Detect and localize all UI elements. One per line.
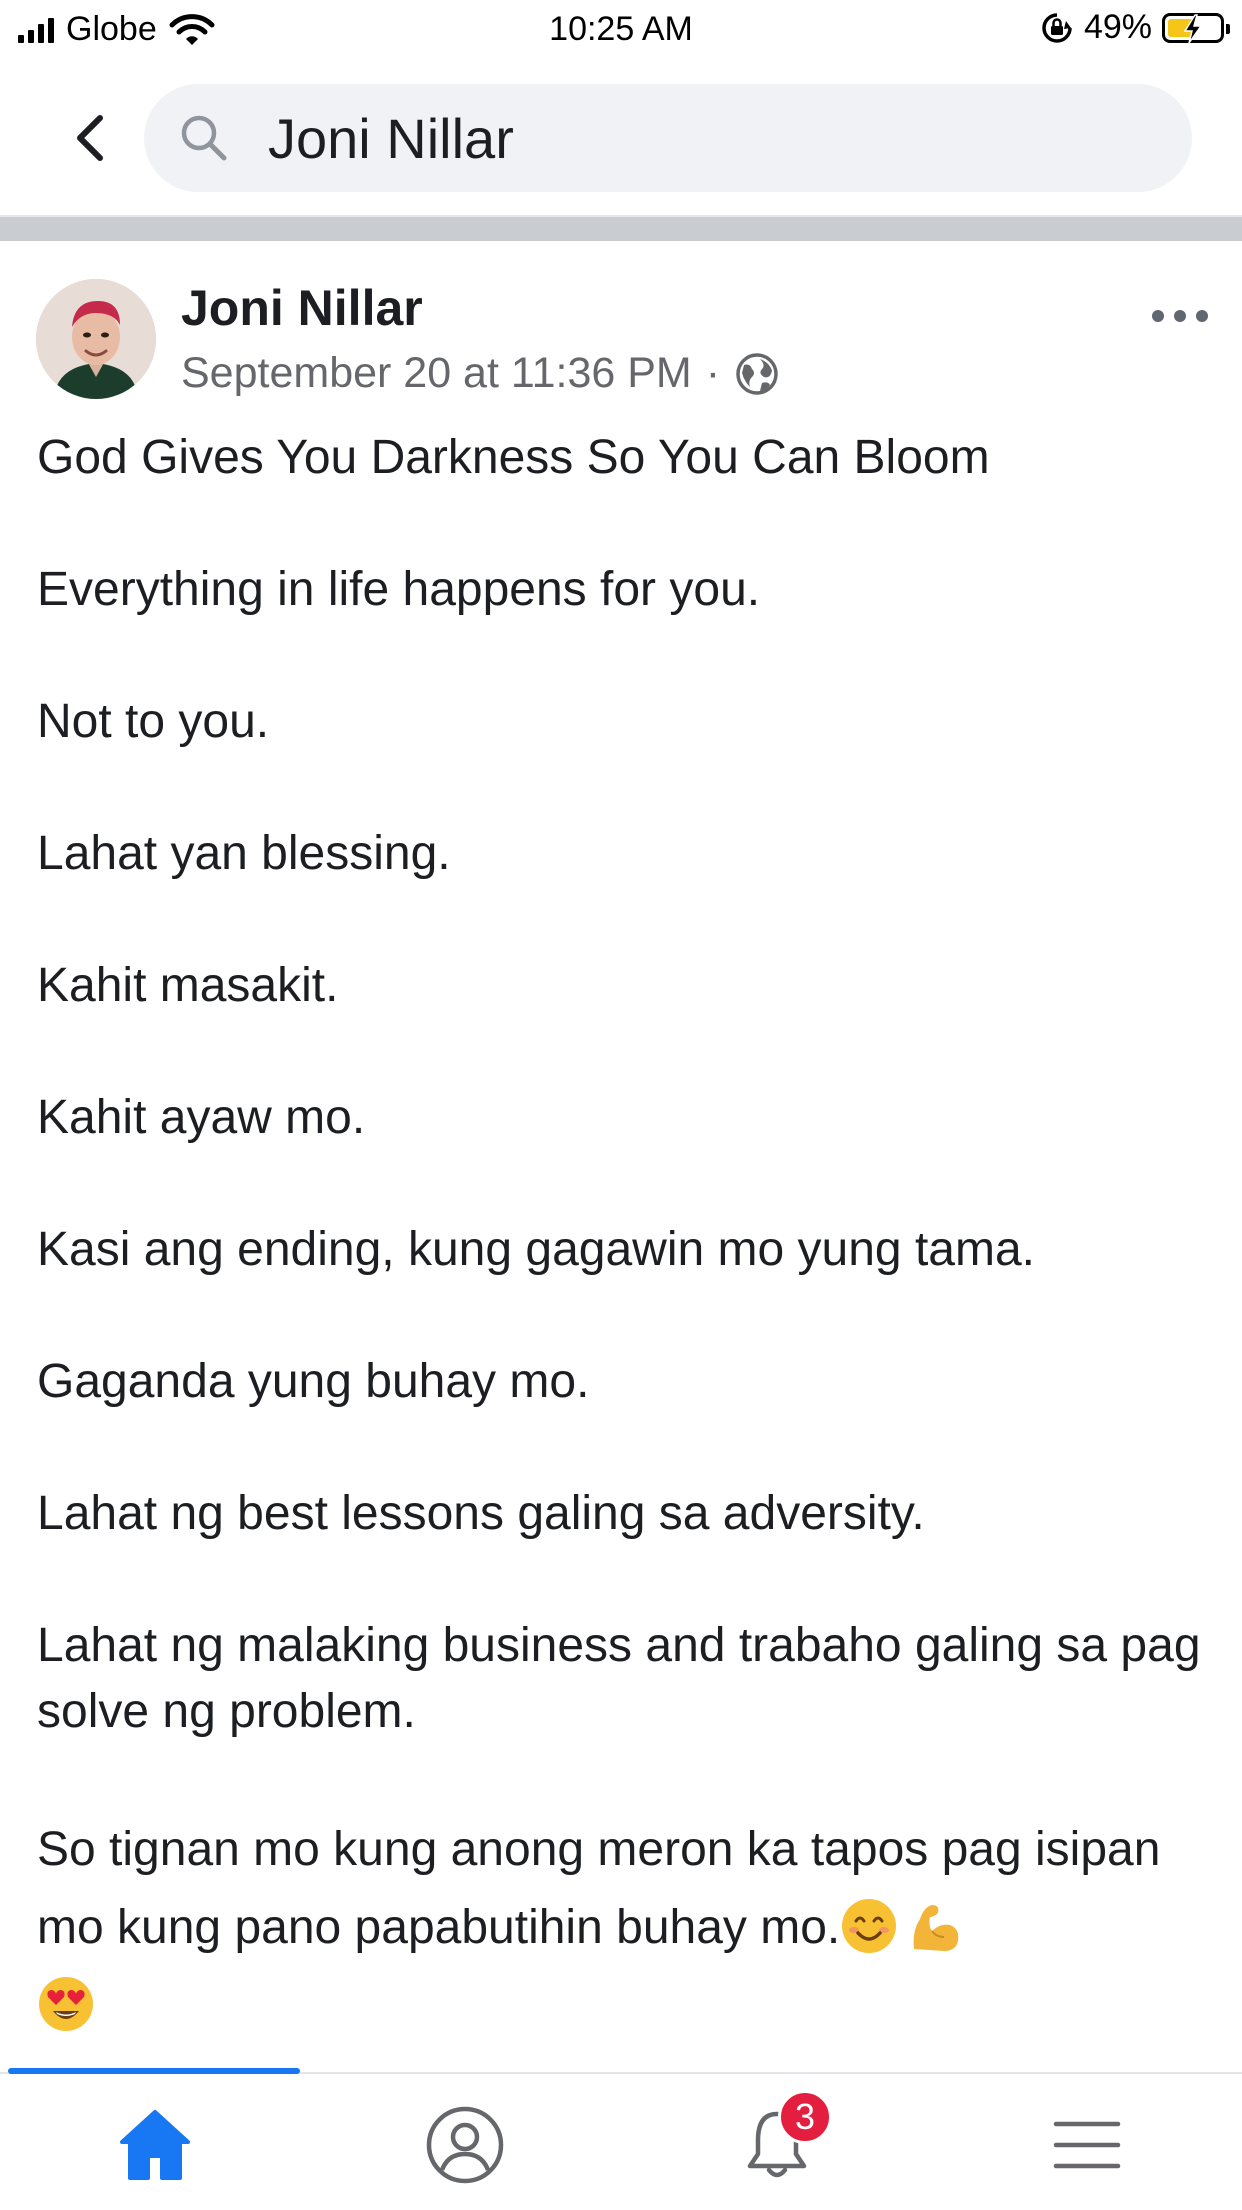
- nav-menu[interactable]: [1042, 2100, 1132, 2190]
- post-paragraph: Lahat ng best lessons galing sa adversit…: [37, 1487, 925, 1540]
- status-bar: Globe 10:25 AM 49%: [0, 0, 1242, 62]
- author-name[interactable]: Joni Nillar: [181, 279, 423, 337]
- profile-icon: [426, 2106, 504, 2184]
- search-icon: [181, 115, 227, 161]
- post-paragraph-text: So tignan mo kung anong meron ka tapos p…: [37, 1823, 1161, 1954]
- post-meta: September 20 at 11:36 PM ·: [181, 349, 780, 398]
- smiling-face-emoji: [842, 1899, 897, 1953]
- search-input[interactable]: [266, 104, 1090, 172]
- notification-badge: 3: [778, 2090, 832, 2144]
- nav-home[interactable]: [110, 2100, 200, 2190]
- active-tab-indicator: [8, 2068, 300, 2074]
- post-timestamp[interactable]: September 20 at 11:36 PM: [181, 349, 692, 398]
- post-paragraph: Kasi ang ending, kung gagawin mo yung ta…: [37, 1223, 1035, 1276]
- post-paragraph: Not to you.: [37, 695, 270, 748]
- post-paragraph-last: So tignan mo kung anong meron ka tapos p…: [37, 1811, 1217, 2045]
- post-paragraph: Kahit ayaw mo.: [37, 1091, 366, 1144]
- feed-divider: [0, 217, 1242, 241]
- bottom-nav: 3: [0, 2068, 1242, 2210]
- post-paragraph: Lahat yan blessing.: [37, 827, 451, 880]
- search-header: [0, 62, 1242, 217]
- post-paragraph: Everything in life happens for you.: [37, 563, 761, 616]
- orientation-lock-icon: [1042, 12, 1072, 43]
- globe-icon: [736, 352, 778, 395]
- heart-eyes-emoji: [39, 1977, 93, 2031]
- status-right: 49%: [1040, 8, 1230, 47]
- back-icon[interactable]: [64, 110, 120, 166]
- post-header: Joni Nillar September 20 at 11:36 PM ·: [0, 241, 1242, 411]
- more-options-icon[interactable]: [1152, 301, 1208, 331]
- search-box[interactable]: [144, 84, 1192, 192]
- nav-profile[interactable]: [420, 2100, 510, 2190]
- meta-separator: ·: [705, 349, 721, 397]
- battery-percent: 49%: [1083, 8, 1152, 46]
- post-paragraph: Gaganda yung buhay mo.: [37, 1355, 590, 1408]
- post-paragraph: Kahit masakit.: [37, 959, 339, 1012]
- post-paragraph: Lahat ng malaking business and trabaho g…: [37, 1619, 1201, 1738]
- avatar[interactable]: [36, 279, 156, 399]
- battery-charging-icon: [1162, 12, 1230, 43]
- flexed-biceps-emoji: [913, 1905, 959, 1951]
- post-paragraph: God Gives You Darkness So You Can Bloom: [37, 431, 990, 484]
- menu-icon: [1053, 2121, 1121, 2169]
- post-body: God Gives You Darkness So You Can Bloom …: [37, 425, 1217, 2045]
- nav-notifications[interactable]: 3: [732, 2090, 832, 2190]
- home-icon: [120, 2110, 190, 2180]
